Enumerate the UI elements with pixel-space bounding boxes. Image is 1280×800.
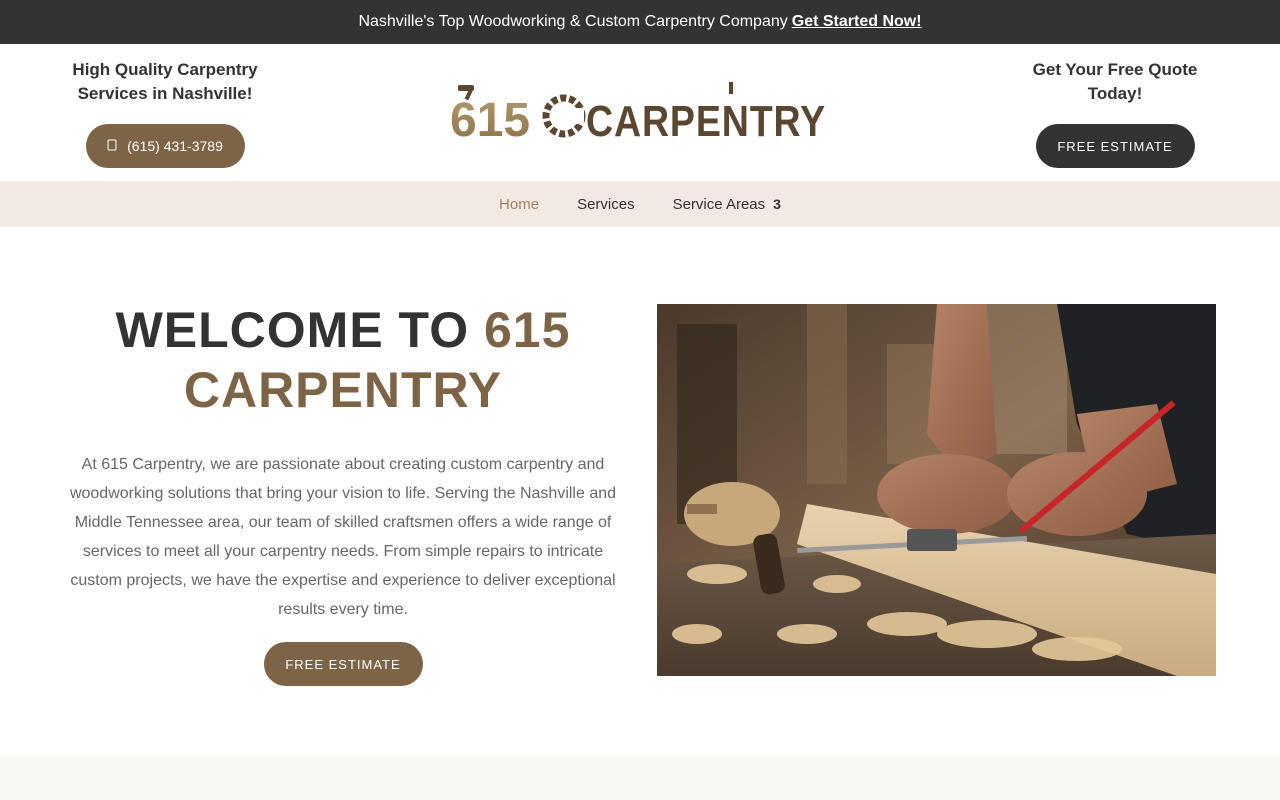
nav-item-services[interactable]: Services [577, 196, 635, 213]
nav-item-home[interactable]: Home [499, 196, 539, 213]
hero-paragraph: At 615 Carpentry, we are passionate abou… [69, 456, 617, 618]
next-section-band [0, 757, 1280, 800]
hero-title: WELCOME TO 615 CARPENTRY [60, 300, 626, 420]
announcement-bar: Nashville's Top Woodworking & Custom Car… [0, 0, 1280, 44]
main-nav: Home Services Service Areas 3 [0, 181, 1280, 227]
header-left-block: High Quality Carpentry Services in Nashv… [40, 58, 290, 168]
quality-tagline-line1: High Quality Carpentry [72, 60, 258, 79]
nav-label: Service Areas [672, 195, 766, 213]
quote-tagline-line2: Today! [1087, 84, 1143, 103]
hero-content: WELCOME TO 615 CARPENTRY At 615 Carpentr… [60, 300, 626, 686]
nav-item-service-areas[interactable]: Service Areas 3 [673, 196, 781, 213]
phone-button[interactable]: (615) 431-3789 [85, 124, 245, 168]
hero-title-accent2: CARPENTRY [183, 362, 503, 418]
logo-word: CARPENTRY [586, 97, 826, 142]
announcement-text: Nashville's Top Woodworking & Custom Car… [358, 13, 788, 30]
get-started-link[interactable]: Get Started Now! [792, 13, 922, 31]
phone-number: (615) 431-3789 [127, 138, 223, 154]
hero-title-part1: WELCOME TO [115, 302, 484, 358]
nav-label: Home [499, 195, 540, 213]
hero-estimate-button[interactable]: FREE ESTIMATE [263, 642, 423, 686]
header-right-block: Get Your Free Quote Today! FREE ESTIMATE [990, 58, 1240, 168]
quality-tagline-line2: Services in Nashville! [77, 84, 253, 103]
header-estimate-button[interactable]: FREE ESTIMATE [1035, 124, 1195, 168]
site-header: High Quality Carpentry Services in Nashv… [0, 44, 1280, 181]
hero-image [657, 304, 1216, 676]
company-logo[interactable]: 615 CARPENTRY [450, 82, 830, 142]
saw-blade-icon [542, 94, 586, 138]
logo-number: 615 [450, 94, 530, 142]
quote-tagline-line1: Get Your Free Quote [1032, 60, 1198, 79]
hero-title-accent1: 615 [483, 302, 571, 358]
chisel-icon [729, 82, 733, 94]
chevron-down-icon: 3 [773, 196, 781, 212]
nav-label: Services [577, 195, 635, 213]
phone-icon [107, 139, 117, 154]
